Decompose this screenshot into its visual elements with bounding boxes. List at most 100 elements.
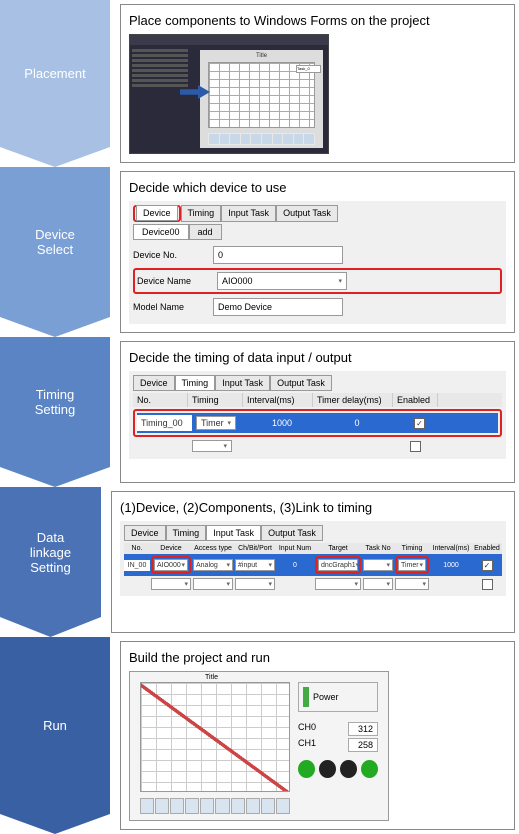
col-enabled: Enabled (472, 543, 502, 554)
chevron-down-icon: ▾ (223, 442, 227, 450)
timing-no: Timing_00 (137, 415, 192, 431)
ide-screenshot: Title Task_0 (129, 34, 329, 154)
toolbar-button[interactable] (200, 798, 214, 814)
chevron-down-icon: ▾ (184, 580, 188, 588)
tab-device[interactable]: Device (124, 525, 166, 541)
empty-dropdown[interactable]: ▾ (235, 578, 275, 590)
chevron-down-icon: ▾ (226, 580, 230, 588)
chevron-down-icon: ▾ (338, 277, 342, 285)
tab-input-task[interactable]: Input Task (206, 525, 261, 541)
step-title: Place components to Windows Forms on the… (129, 13, 506, 28)
toolbar-button[interactable] (231, 798, 245, 814)
tab-input-task[interactable]: Input Task (215, 375, 270, 391)
chevron-down-icon: ▾ (181, 561, 185, 569)
link-device-dropdown[interactable]: AIO000▾ (154, 559, 188, 571)
chevron-down-icon: ▾ (419, 561, 423, 569)
subtab-add[interactable]: add (189, 224, 222, 240)
empty-dropdown[interactable]: ▾ (193, 578, 233, 590)
step-device-select: Device Select Decide which device to use… (0, 167, 519, 337)
chevron-down-icon: ▾ (386, 561, 390, 569)
empty-dropdown[interactable]: ▾ (151, 578, 191, 590)
tab-timing[interactable]: Timing (181, 205, 222, 222)
col-device: Device (150, 543, 192, 554)
step-label-device: Device Select (0, 167, 110, 317)
timing-type-dropdown[interactable]: Timer▾ (196, 416, 236, 430)
col-delay: Timer delay(ms) (313, 393, 393, 407)
step-label-linkage: Data linkage Setting (0, 487, 101, 617)
power-bar-icon (303, 687, 309, 707)
tab-output-task[interactable]: Output Task (276, 205, 338, 222)
toolbar-button[interactable] (170, 798, 184, 814)
highlight-timing-row: Timing_00 Timer▾ 1000 0 ✓ (133, 409, 502, 437)
timing-panel: Device Timing Input Task Output Task No.… (129, 371, 506, 459)
device-no-label: Device No. (133, 250, 213, 260)
empty-checkbox[interactable] (482, 579, 493, 590)
ch1-value: 258 (348, 738, 378, 752)
empty-dropdown[interactable]: ▾ (395, 578, 429, 590)
timing-enabled-checkbox-empty[interactable] (410, 441, 421, 452)
step-title: (1)Device, (2)Components, (3)Link to tim… (120, 500, 506, 515)
link-access-dropdown[interactable]: Analog▾ (193, 559, 233, 571)
tab-device[interactable]: Device (133, 375, 175, 391)
toolbar-button[interactable] (276, 798, 290, 814)
tab-timing[interactable]: Timing (166, 525, 207, 541)
link-target-dropdown[interactable]: dncGraph1▾ (318, 559, 358, 571)
chevron-down-icon: ▾ (356, 561, 360, 569)
col-no: No. (133, 393, 188, 407)
highlight-device: AIO000▾ (151, 556, 191, 574)
model-name-input[interactable]: Demo Device (213, 298, 343, 316)
led-green-icon (298, 760, 315, 778)
run-chart (140, 682, 290, 792)
device-no-input[interactable]: 0 (213, 246, 343, 264)
toolbar-button[interactable] (185, 798, 199, 814)
col-enabled: Enabled (393, 393, 438, 407)
col-interval: Interval(ms) (243, 393, 313, 407)
linkage-row[interactable]: IN_00 AIO000▾ Analog▾ #input▾ 0 dncGraph… (124, 554, 502, 576)
chevron-down-icon: ▾ (227, 419, 231, 427)
subtab-device00[interactable]: Device00 (133, 224, 189, 240)
run-screenshot: Title Power CH0 312 (129, 671, 389, 821)
timing-row-empty: ▾ (133, 437, 502, 455)
linkage-row-empty: ▾ ▾ ▾ ▾ ▾ ▾ (124, 576, 502, 592)
led-group (298, 760, 378, 778)
toolbar-button[interactable] (246, 798, 260, 814)
link-interval[interactable]: 1000 (430, 560, 472, 571)
device-name-dropdown[interactable]: AIO000 ▾ (217, 272, 347, 290)
device-panel: Device Timing Input Task Output Task Dev… (129, 201, 506, 324)
timing-enabled-checkbox[interactable]: ✓ (414, 418, 425, 429)
ch0-label: CH0 (298, 722, 316, 736)
step-run: Run Build the project and run Title (0, 637, 519, 834)
step-title: Decide the timing of data input / output (129, 350, 506, 365)
step-label-run: Run (0, 637, 110, 814)
link-enabled-checkbox[interactable]: ✓ (482, 560, 493, 571)
empty-dropdown[interactable]: ▾ (363, 578, 393, 590)
toolbar-button[interactable] (215, 798, 229, 814)
timing-row[interactable]: Timing_00 Timer▾ 1000 0 ✓ (137, 413, 498, 433)
tab-output-task[interactable]: Output Task (261, 525, 323, 541)
chevron-down-icon: ▾ (268, 580, 272, 588)
timing-type-dropdown-empty[interactable]: ▾ (192, 440, 232, 452)
link-inputnum[interactable]: 0 (276, 560, 314, 571)
col-timing: Timing (188, 393, 243, 407)
toolbar-button[interactable] (140, 798, 154, 814)
link-taskno-dropdown[interactable]: ▾ (363, 559, 393, 571)
step-timing: Timing Setting Decide the timing of data… (0, 337, 519, 487)
timing-interval[interactable]: 1000 (247, 415, 317, 431)
led-off-icon (340, 760, 357, 778)
chevron-down-icon: ▾ (354, 580, 358, 588)
highlight-target: dncGraph1▾ (315, 556, 361, 574)
tab-input-task[interactable]: Input Task (221, 205, 276, 222)
link-chbit-dropdown[interactable]: #input▾ (235, 559, 275, 571)
col-target: Target (314, 543, 362, 554)
model-name-label: Model Name (133, 302, 213, 312)
timing-delay[interactable]: 0 (317, 415, 397, 431)
power-button[interactable]: Power (298, 682, 378, 712)
empty-dropdown[interactable]: ▾ (315, 578, 361, 590)
tab-output-task[interactable]: Output Task (270, 375, 332, 391)
tab-device[interactable]: Device (136, 205, 178, 221)
device-name-label: Device Name (137, 276, 217, 286)
tab-timing[interactable]: Timing (175, 375, 216, 391)
toolbar-button[interactable] (155, 798, 169, 814)
link-timing-dropdown[interactable]: Timer▾ (398, 559, 426, 571)
toolbar-button[interactable] (261, 798, 275, 814)
